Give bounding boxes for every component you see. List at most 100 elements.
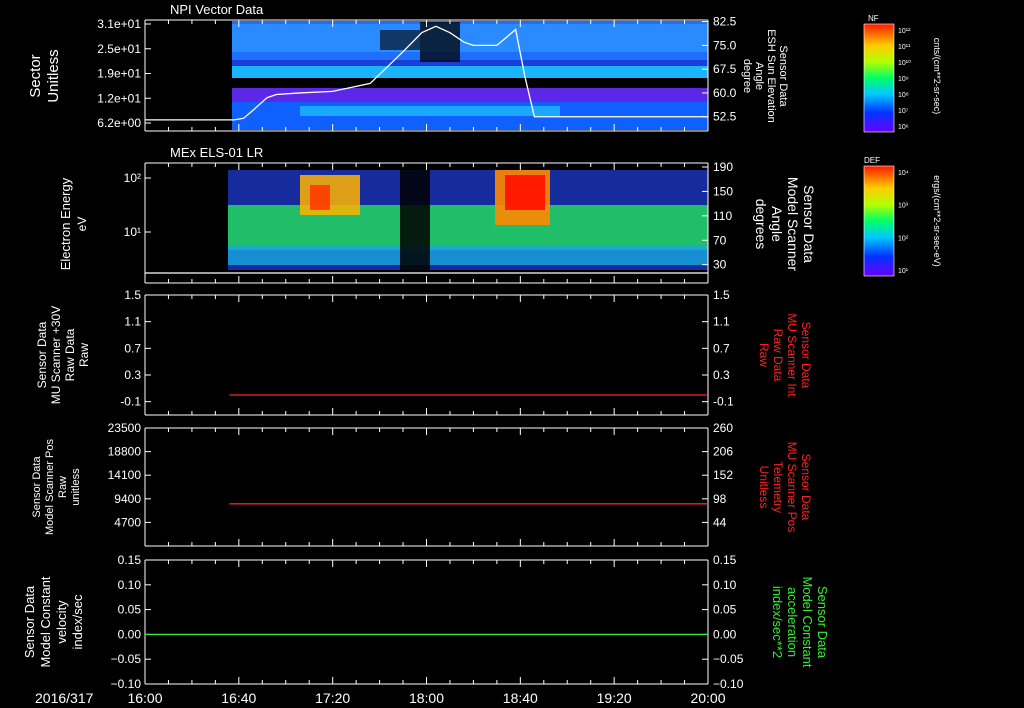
panel-4-ylabel-3: Raw xyxy=(57,476,69,498)
panel-5-ylabel-4: index/sec xyxy=(70,594,85,649)
panel-2-y2label-4: degrees xyxy=(753,199,769,250)
panel-5-y2label-1: Sensor Data xyxy=(815,586,830,659)
colorbar-tick-label: 10⁴ xyxy=(898,170,909,177)
panel-1-heatmap xyxy=(232,21,708,130)
panel-1-y2-tick-label: 52.5 xyxy=(713,110,737,124)
panel-mu-scanner-raw: 1.5 1.5 1.1 1.1 0.7 0.7 0.3 0.3 -0.1 -0.1 Sensor … xyxy=(35,288,813,416)
panel-1-right-label: Sensor Data ESH Sun Elevation Angle degr… xyxy=(741,29,789,123)
panel-1-title: NPI Vector Data xyxy=(170,2,264,17)
panel-3-y2-tick-label: 0.3 xyxy=(713,368,730,382)
heatmap-band-mid xyxy=(232,60,708,66)
panel-4-y-tick-label: 23500 xyxy=(108,421,142,435)
panel-3-y2-tick-label: -0.1 xyxy=(713,395,734,409)
panel-2-y2-tick-label: 150 xyxy=(713,184,733,198)
colorbar-def-tag: DEF xyxy=(864,156,880,165)
panel-3-y2label-4: Raw xyxy=(757,343,771,367)
colorbar-tick-label: 10⁷ xyxy=(898,108,909,115)
colorbar-def-gradient xyxy=(863,165,895,277)
time-tick-label: 16:00 xyxy=(127,690,162,706)
panel-5-time-ticks xyxy=(144,560,709,684)
heatmap-band-cyan xyxy=(232,66,708,78)
panel-3-y2-tick-label: 0.7 xyxy=(713,341,730,355)
panel-2-y2label-2: Model Scanner xyxy=(785,177,801,272)
panel-4-ylabel-1: Sensor Data xyxy=(31,456,43,518)
spectrogram-peak-2-core xyxy=(505,175,545,210)
panel-2-ylabel-2: eV xyxy=(75,217,89,232)
panel-5-y2-tick-label: 0.10 xyxy=(713,578,737,592)
heatmap-band-purple xyxy=(232,88,708,102)
spectrogram-peak-1-core xyxy=(310,185,330,210)
panel-4-time-ticks xyxy=(144,428,709,546)
time-tick-label: 20:00 xyxy=(690,690,725,706)
panel-2-y2label-1: Sensor Data xyxy=(801,185,817,263)
time-tick-label: 18:00 xyxy=(409,690,444,706)
colorbar-tick-label: 10⁶ xyxy=(898,124,909,131)
panel-4-ylabel-2: Model Scanner Pos xyxy=(44,439,56,535)
panel-els: MEx ELS-01 LR 10² 10¹ 190 150 110 70 30 Elect… xyxy=(58,145,733,284)
panel-5-y2label-2: Model Constant xyxy=(800,576,815,667)
panel-5-y-tick-label: −0.10 xyxy=(111,677,142,691)
plot-canvas: NPI Vector Data 3.1e+01 2.5e+01 1.9e+01 1.2… xyxy=(22,2,942,706)
time-tick-label: 18:40 xyxy=(503,690,538,706)
panel-3-y2-tick-label: 1.1 xyxy=(713,315,730,329)
panel-3-ylabel-3: Raw Data xyxy=(63,328,77,381)
heatmap-band-lowcyan xyxy=(300,106,560,116)
panel-3-ylabel-4: Raw xyxy=(77,343,91,367)
panel-1-y2label-3: Angle xyxy=(753,62,765,90)
panel-5-ylabel-2: Model Constant xyxy=(38,576,53,667)
panel-3-axes xyxy=(144,294,709,416)
panel-3-y2label-1: Sensor Data xyxy=(799,322,813,389)
panel-1-ylabel-1: Sector xyxy=(27,54,44,97)
panel-4-y2-tick-label: 44 xyxy=(713,515,727,529)
colorbar-tick-label: 10¹² xyxy=(898,28,911,35)
panel-5-y-tick-label: 0.05 xyxy=(118,603,142,617)
panel-5-y-tick-label: 0.10 xyxy=(118,578,142,592)
panel-2-y2-tick-label: 190 xyxy=(713,160,733,174)
panel-3-y-tick-label: 1.1 xyxy=(124,315,141,329)
panel-scanner-pos: 23500 260 18800 206 14100 152 9400 98 4700 44 Sen… xyxy=(31,421,813,547)
colorbar-tick-label: 10¹⁰ xyxy=(898,59,911,67)
spectrogram-cyan xyxy=(228,245,708,265)
colorbar-tick-label: 10⁹ xyxy=(898,76,909,83)
panel-1-y2-tick-label: 67.5 xyxy=(713,62,737,76)
panel-1-y2label-1: Sensor Data xyxy=(777,45,789,107)
panel-3-y2label-3: Raw Data xyxy=(771,329,785,382)
panel-5-y-tick-label: −0.05 xyxy=(111,652,142,666)
panel-5-y2-tick-label: 0.05 xyxy=(713,603,737,617)
panel-1-y-tick-label: 1.9e+01 xyxy=(97,67,141,81)
panel-2-y2-tick-label: 30 xyxy=(713,258,727,272)
panel-4-y-tick-label: 4700 xyxy=(114,515,141,529)
panel-2-right-label: Sensor Data Model Scanner Angle degrees xyxy=(753,177,817,272)
panel-5-axes xyxy=(144,559,709,685)
spectrogram-gap xyxy=(400,170,430,270)
panel-4-ylabel-4: unitless xyxy=(70,468,82,506)
panel-4-y-tick-label: 18800 xyxy=(108,445,142,459)
colorbar-nf-tag: NF xyxy=(868,14,879,23)
panel-3-y2label-2: MU Scanner Int xyxy=(785,313,799,397)
panel-2-title: MEx ELS-01 LR xyxy=(170,145,263,160)
panel-4-y2label-1: Sensor Data xyxy=(799,454,813,521)
panel-4-y-tick-label: 14100 xyxy=(108,468,142,482)
panel-4-y2-tick-label: 260 xyxy=(713,421,733,435)
colorbar-tick-label: 10³ xyxy=(898,203,909,210)
panel-1-y2-tick-label: 60.0 xyxy=(713,86,737,100)
panel-npi: NPI Vector Data 3.1e+01 2.5e+01 1.9e+01 1.2… xyxy=(27,2,737,132)
panel-5-ylabel-1: Sensor Data xyxy=(22,585,37,658)
panel-4-axes xyxy=(144,427,709,547)
panel-5-y2-tick-label: −0.10 xyxy=(713,677,744,691)
panel-3-ylabel-2: MU Scanner +30V xyxy=(49,306,63,404)
panel-model-constant: 0.15 0.15 0.10 0.10 0.05 0.05 0.00 0.00 −0.05 −0.… xyxy=(22,553,830,691)
panel-1-y2label-2: ESH Sun Elevation xyxy=(765,29,777,123)
panel-5-ylabel-3: velocity xyxy=(54,600,69,644)
colorbar-def: DEF 10⁴ 10³ 10² 10¹ ergs/(cm**2-sr-sec-eV) xyxy=(863,156,942,277)
colorbar-tick-label: 10¹¹ xyxy=(898,44,911,51)
colorbar-tick-label: 10¹ xyxy=(898,268,909,275)
panel-3-y2-tick-label: 1.5 xyxy=(713,288,730,302)
colorbar-nf-unit: cnts/(cm**2-sr-sec) xyxy=(932,38,942,115)
panel-1-y-tick-label: 2.5e+01 xyxy=(97,42,141,56)
panel-2-heatmap xyxy=(228,170,708,270)
panel-1-ylabel-2: Unitless xyxy=(45,49,62,102)
panel-5-y-tick-label: 0.15 xyxy=(118,553,142,567)
panel-2-ylabel-1: Electron Energy xyxy=(58,177,73,270)
time-tick-label: 16:40 xyxy=(221,690,256,706)
